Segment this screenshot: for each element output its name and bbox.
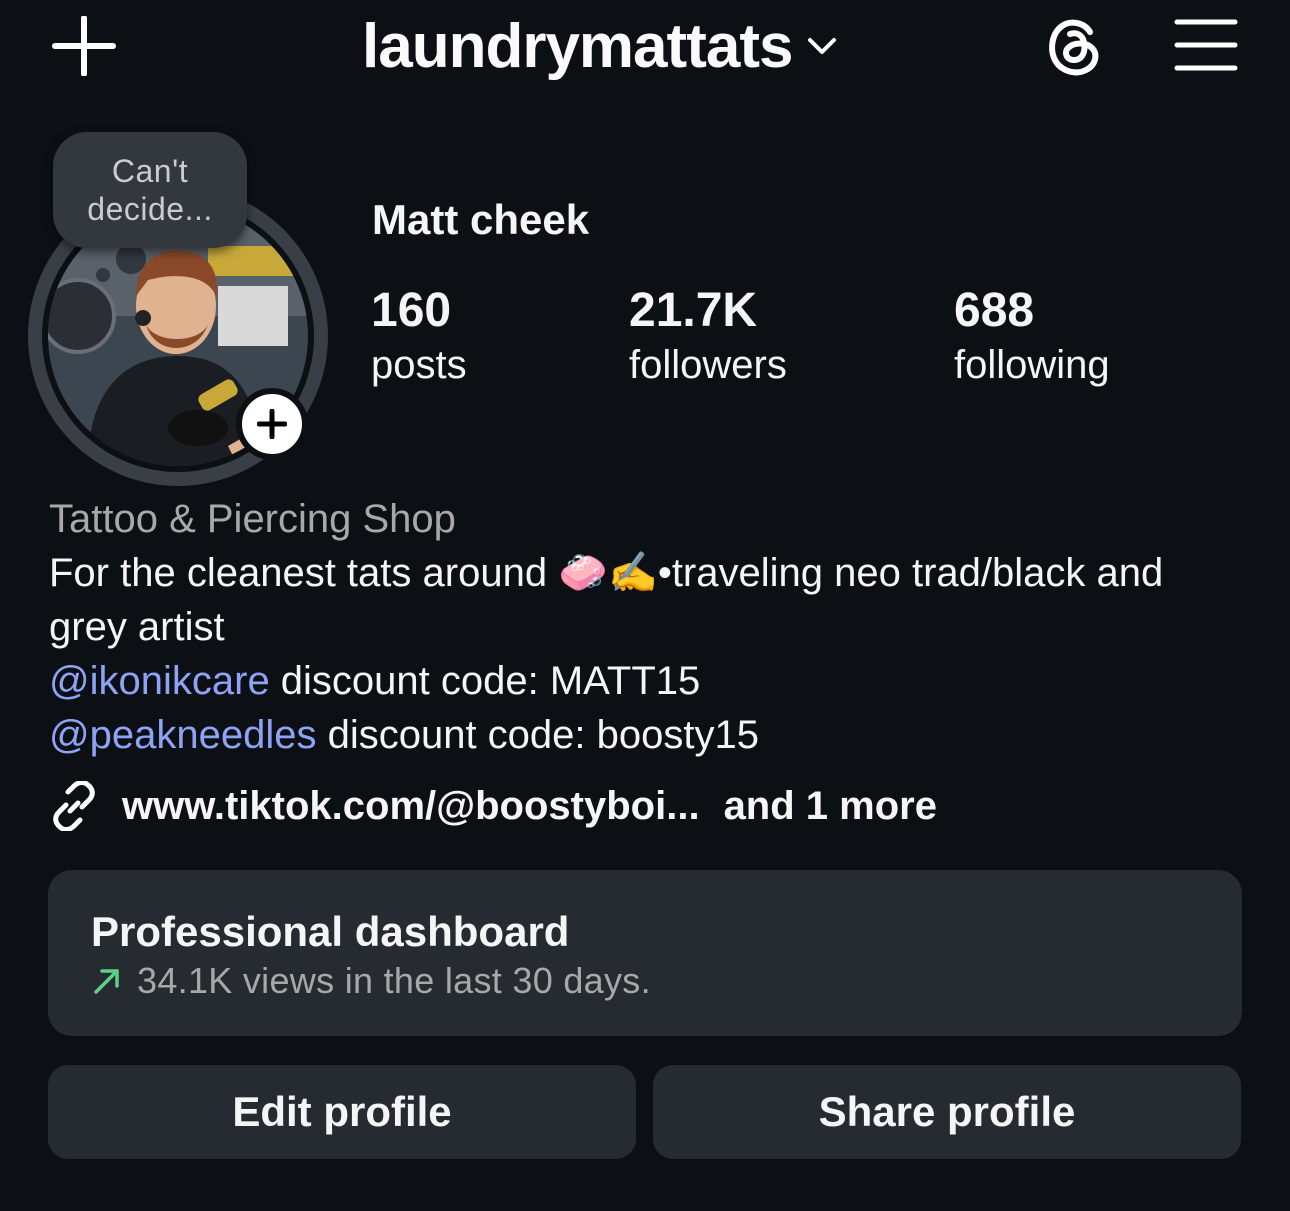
bio-text: For the cleanest tats around 🧼✍️•traveli…: [49, 546, 1249, 762]
dashboard-insight: 34.1K views in the last 30 days.: [91, 960, 651, 1002]
note-text: Can't decide...: [87, 153, 213, 227]
writing-hand-emoji: ✍️: [608, 551, 658, 595]
note-bubble-tail: [116, 244, 146, 274]
hamburger-menu-icon[interactable]: [1174, 18, 1238, 72]
profile-category: Tattoo & Piercing Shop: [49, 497, 456, 541]
plus-icon[interactable]: [52, 16, 116, 76]
following-value: 688: [954, 284, 1035, 337]
mention-link[interactable]: @ikonikcare: [49, 659, 270, 703]
posts-count[interactable]: 160 posts: [371, 282, 467, 390]
discount-text: discount code: boosty15: [316, 713, 759, 757]
note-bubble[interactable]: Can't decide...: [53, 132, 247, 248]
posts-label: posts: [371, 343, 467, 387]
followers-count[interactable]: 21.7K followers: [629, 282, 787, 390]
bio-line: For the cleanest tats around: [49, 551, 559, 595]
followers-label: followers: [629, 343, 787, 387]
username: laundrymattats: [362, 11, 793, 81]
discount-text: discount code: MATT15: [269, 659, 701, 703]
edit-profile-button[interactable]: Edit profile: [48, 1065, 636, 1159]
following-count[interactable]: 688 following: [954, 282, 1110, 390]
display-name: Matt cheek: [372, 196, 590, 243]
link-url[interactable]: www.tiktok.com/@boostyboi...: [122, 784, 700, 829]
account-switcher[interactable]: laundrymattats: [362, 6, 838, 86]
posts-value: 160: [371, 284, 452, 337]
soap-emoji: 🧼: [558, 551, 608, 595]
plus-icon: [257, 409, 287, 439]
followers-value: 21.7K: [629, 284, 758, 337]
dashboard-views-text: 34.1K views in the last 30 days.: [137, 960, 651, 1001]
add-story-button[interactable]: [236, 388, 308, 460]
link-icon: [53, 781, 95, 831]
more-links[interactable]: and 1 more: [724, 784, 937, 829]
following-label: following: [954, 343, 1110, 387]
dashboard-title: Professional dashboard: [91, 908, 570, 955]
trending-up-arrow-icon: [94, 969, 119, 994]
threads-icon[interactable]: [1040, 14, 1106, 80]
note-bubble-tail-small: [96, 268, 110, 282]
share-profile-button[interactable]: Share profile: [653, 1065, 1241, 1159]
mention-link[interactable]: @peakneedles: [49, 713, 316, 757]
chevron-down-icon: [808, 38, 837, 54]
external-links[interactable]: www.tiktok.com/@boostyboi... and 1 more: [48, 776, 937, 836]
professional-dashboard-card[interactable]: Professional dashboard 34.1K views in th…: [48, 870, 1242, 1036]
